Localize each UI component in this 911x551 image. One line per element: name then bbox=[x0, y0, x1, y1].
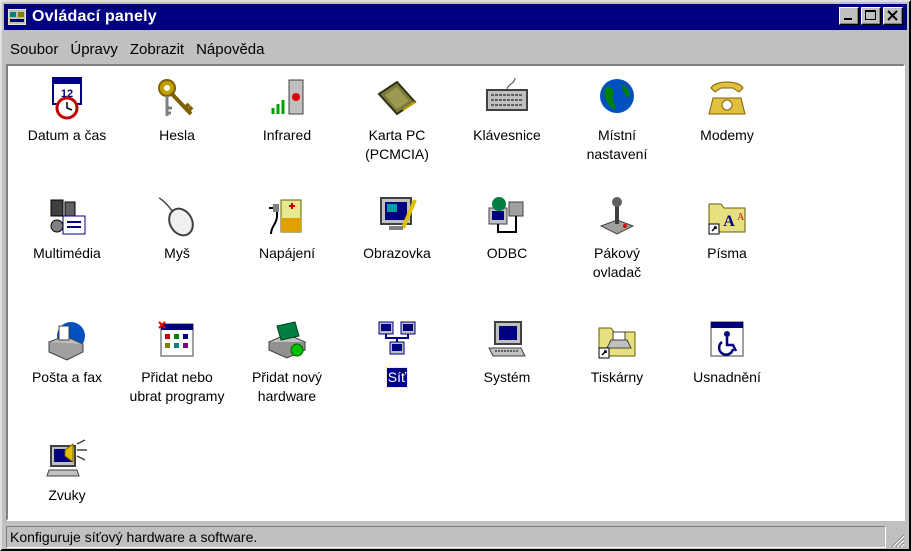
item-datum-a-cas[interactable]: 12 Datum a čas bbox=[12, 76, 122, 145]
menu-bar: Soubor Úpravy Zobrazit Nápověda bbox=[4, 38, 270, 60]
item-label: Zvuky bbox=[48, 487, 86, 503]
item-odbc[interactable]: ODBC bbox=[452, 194, 562, 263]
item-label: Pošta a fax bbox=[31, 369, 103, 385]
item-pakovy-ovladac[interactable]: Pákový ovladač bbox=[562, 194, 672, 282]
item-label: Usnadnění bbox=[693, 369, 761, 385]
power-icon bbox=[269, 199, 302, 235]
title-bar[interactable]: Ovládací panely bbox=[4, 4, 907, 30]
item-posta-a-fax[interactable]: Pošta a fax bbox=[12, 318, 122, 387]
network-icon bbox=[378, 321, 416, 355]
item-label: Modemy bbox=[700, 127, 754, 143]
telephone-icon bbox=[708, 81, 746, 115]
item-infrared[interactable]: Infrared bbox=[232, 76, 342, 145]
item-label: Síť bbox=[385, 367, 409, 388]
system-computer-icon bbox=[488, 321, 526, 357]
printers-folder-icon bbox=[598, 327, 636, 359]
infrared-icon bbox=[271, 79, 304, 115]
add-remove-programs-icon bbox=[158, 321, 194, 357]
odbc-icon bbox=[488, 197, 524, 233]
item-label: Datum a čas bbox=[27, 127, 107, 143]
pc-card-icon bbox=[377, 80, 417, 116]
item-label: Místní nastavení bbox=[586, 127, 648, 162]
item-napajeni[interactable]: Napájení bbox=[232, 194, 342, 263]
item-multimedia[interactable]: Multimédia bbox=[12, 194, 122, 263]
mail-fax-icon bbox=[47, 322, 85, 361]
item-label: Hesla bbox=[159, 127, 195, 143]
joystick-icon bbox=[599, 197, 635, 235]
close-button[interactable] bbox=[883, 7, 903, 25]
menu-zobrazit[interactable]: Zobrazit bbox=[124, 41, 190, 58]
multimedia-icon bbox=[50, 199, 86, 235]
item-label: Písma bbox=[707, 245, 747, 261]
item-label: Přidat nový hardware bbox=[251, 369, 323, 404]
item-zvuky[interactable]: Zvuky bbox=[12, 436, 122, 505]
item-label: Tiskárny bbox=[590, 369, 644, 385]
item-label: Multimédia bbox=[33, 245, 101, 261]
item-label: Pákový ovladač bbox=[592, 245, 642, 280]
menu-soubor[interactable]: Soubor bbox=[4, 41, 64, 58]
globe-icon bbox=[600, 79, 634, 113]
minimize-icon bbox=[844, 18, 852, 20]
accessibility-icon bbox=[710, 321, 744, 357]
control-panel-window: Ovládací panely Soubor Úpravy Zobrazit N… bbox=[0, 0, 911, 551]
item-karta-pc[interactable]: Karta PC (PCMCIA) bbox=[342, 76, 452, 164]
item-pridat-hardware[interactable]: Přidat nový hardware bbox=[232, 318, 342, 406]
sounds-icon bbox=[46, 439, 87, 477]
item-sit[interactable]: Síť bbox=[342, 318, 452, 388]
svg-text:A: A bbox=[737, 212, 745, 223]
display-icon bbox=[380, 197, 417, 230]
keyboard-icon bbox=[486, 77, 528, 111]
menu-upravy[interactable]: Úpravy bbox=[64, 41, 124, 58]
calendar-clock-icon: 12 bbox=[52, 77, 82, 120]
item-pisma[interactable]: A A Písma bbox=[672, 194, 782, 263]
fonts-folder-icon: A A bbox=[708, 203, 746, 235]
keys-icon bbox=[158, 79, 194, 116]
window-title: Ovládací panely bbox=[32, 8, 157, 25]
resize-grip-icon[interactable] bbox=[889, 532, 905, 548]
close-icon bbox=[887, 10, 898, 21]
icon-view[interactable]: 12 Datum a čas Hesla Infrared Karta PC (… bbox=[6, 64, 905, 521]
status-text: Konfiguruje síťový hardware a software. bbox=[6, 526, 886, 548]
item-tiskarny[interactable]: Tiskárny bbox=[562, 318, 672, 387]
item-label: Systém bbox=[483, 369, 531, 385]
item-modemy[interactable]: Modemy bbox=[672, 76, 782, 145]
item-label: Napájení bbox=[258, 245, 316, 261]
item-pridat-ubrat-programy[interactable]: Přidat nebo ubrat programy bbox=[122, 318, 232, 406]
menu-napoveda[interactable]: Nápověda bbox=[190, 41, 270, 58]
item-label: ODBC bbox=[486, 245, 528, 261]
item-label: Přidat nebo ubrat programy bbox=[129, 369, 225, 404]
title-buttons bbox=[837, 7, 903, 25]
item-mistni-nastaveni[interactable]: Místní nastavení bbox=[562, 76, 672, 164]
control-panel-app-icon[interactable] bbox=[8, 9, 26, 25]
item-label: Myš bbox=[164, 245, 190, 261]
item-label: Obrazovka bbox=[363, 245, 431, 261]
maximize-button[interactable] bbox=[861, 7, 881, 25]
item-hesla[interactable]: Hesla bbox=[122, 76, 232, 145]
item-label: Klávesnice bbox=[473, 127, 541, 143]
maximize-icon bbox=[865, 10, 876, 20]
item-label: Karta PC (PCMCIA) bbox=[365, 127, 429, 162]
status-bar: Konfiguruje síťový hardware a software. bbox=[6, 526, 905, 548]
add-hardware-icon bbox=[267, 321, 307, 359]
item-obrazovka[interactable]: Obrazovka bbox=[342, 194, 452, 263]
item-usnadneni[interactable]: Usnadnění bbox=[672, 318, 782, 387]
item-system[interactable]: Systém bbox=[452, 318, 562, 387]
mouse-icon bbox=[158, 197, 194, 237]
svg-text:A: A bbox=[723, 213, 735, 230]
item-klavesnice[interactable]: Klávesnice bbox=[452, 76, 562, 145]
minimize-button[interactable] bbox=[839, 7, 859, 25]
item-mys[interactable]: Myš bbox=[122, 194, 232, 263]
item-label: Infrared bbox=[262, 127, 312, 143]
